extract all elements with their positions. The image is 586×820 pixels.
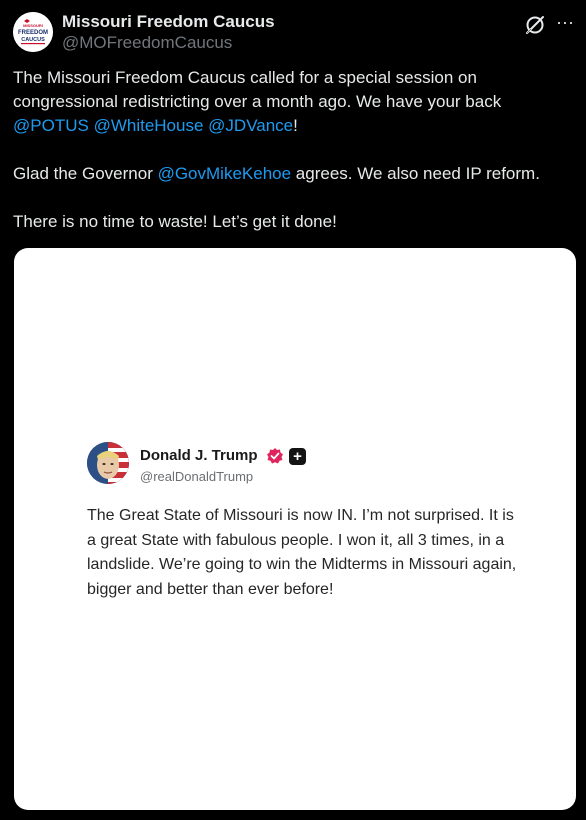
quoted-author-name: Donald J. Trump bbox=[140, 447, 258, 464]
media-image[interactable]: Donald J. Trump + @realDonaldTrump The G… bbox=[14, 248, 576, 810]
paragraph-2-lead: Glad the Governor bbox=[13, 164, 158, 183]
tweet-paragraph-2: Glad the Governor @GovMikeKehoe agrees. … bbox=[13, 162, 575, 186]
mention-jdvance[interactable]: @JDVance bbox=[208, 116, 293, 135]
paragraph-1-tail: ! bbox=[293, 116, 298, 135]
author-name[interactable]: Missouri Freedom Caucus bbox=[62, 12, 275, 32]
mention-whitehouse[interactable]: @WhiteHouse bbox=[94, 116, 204, 135]
tweet-paragraph-1: The Missouri Freedom Caucus called for a… bbox=[13, 66, 575, 138]
verified-badge-icon bbox=[266, 447, 284, 465]
author-handle[interactable]: @MOFreedomCaucus bbox=[62, 33, 232, 53]
avatar-text-line1: MISSOURI bbox=[23, 23, 43, 28]
paragraph-1-text: The Missouri Freedom Caucus called for a… bbox=[13, 68, 502, 111]
paragraph-2-tail: agrees. We also need IP reform. bbox=[291, 164, 540, 183]
author-avatar[interactable]: MISSOURI FREEDOM CAUCUS bbox=[13, 12, 53, 52]
tweet-text: The Missouri Freedom Caucus called for a… bbox=[13, 66, 575, 234]
avatar-text-line2: FREEDOM bbox=[18, 30, 48, 36]
tweet-paragraph-3: There is no time to waste! Let’s get it … bbox=[13, 212, 337, 231]
mention-potus[interactable]: @POTUS bbox=[13, 116, 89, 135]
plus-badge-icon: + bbox=[289, 448, 306, 465]
quoted-author-avatar bbox=[87, 442, 129, 484]
mention-govmikekehoe[interactable]: @GovMikeKehoe bbox=[158, 164, 292, 183]
quoted-author-handle: @realDonaldTrump bbox=[140, 469, 254, 484]
quoted-post-text: The Great State of Missouri is now IN. I… bbox=[87, 507, 517, 598]
post: MISSOURI FREEDOM CAUCUS Missouri Freedom… bbox=[0, 0, 586, 820]
more-icon[interactable]: ··· bbox=[554, 12, 576, 34]
grok-icon[interactable] bbox=[524, 14, 546, 36]
avatar-text-line3: CAUCUS bbox=[21, 37, 45, 43]
